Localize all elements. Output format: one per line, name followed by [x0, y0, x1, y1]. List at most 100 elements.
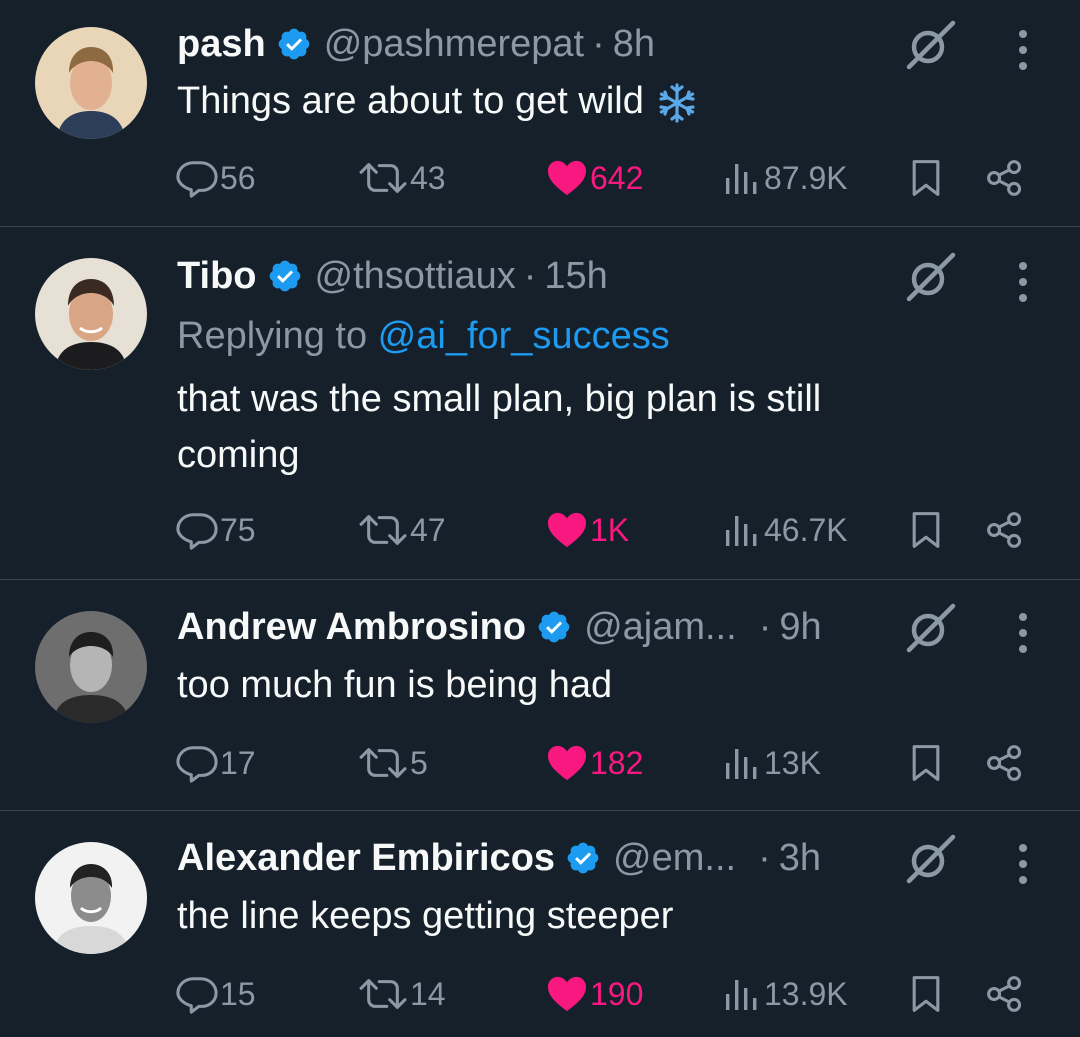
author-handle[interactable]: @pashmerepat — [324, 23, 584, 66]
verified-badge-icon — [276, 26, 312, 62]
more-options-icon[interactable] — [1008, 260, 1038, 304]
avatar[interactable] — [35, 258, 147, 370]
grok-icon[interactable] — [903, 250, 957, 304]
views-button[interactable]: 46.7K — [722, 506, 848, 554]
tweet-text: the line keeps getting steeper — [177, 895, 674, 937]
like-count: 642 — [590, 159, 644, 196]
like-button[interactable]: 182 — [546, 739, 643, 787]
views-count: 87.9K — [764, 159, 848, 196]
reply-icon — [176, 157, 218, 199]
bookmark-icon[interactable] — [906, 510, 946, 550]
separator-dot: · — [523, 254, 537, 297]
timestamp[interactable]: 15h — [544, 255, 607, 298]
like-count: 182 — [590, 744, 644, 781]
avatar[interactable] — [35, 27, 147, 139]
repost-icon — [358, 973, 408, 1015]
share-icon[interactable] — [985, 743, 1025, 783]
tweet-header: Andrew Ambrosino @ajam... · 9h — [177, 603, 822, 651]
repost-icon — [358, 742, 408, 784]
verified-badge-icon — [565, 840, 601, 876]
views-count: 46.7K — [764, 511, 848, 548]
avatar[interactable] — [35, 842, 147, 954]
author-name[interactable]: pash — [177, 23, 266, 66]
timestamp[interactable]: 8h — [613, 23, 655, 66]
reply-button[interactable]: 75 — [176, 506, 256, 554]
repost-count: 47 — [410, 511, 446, 548]
repost-count: 14 — [410, 975, 446, 1012]
more-options-icon[interactable] — [1008, 611, 1038, 655]
views-chart-icon — [722, 158, 762, 198]
reply-icon — [176, 742, 218, 784]
share-icon[interactable] — [985, 974, 1025, 1014]
reply-icon — [176, 509, 218, 551]
views-button[interactable]: 13K — [722, 739, 821, 787]
tweet[interactable]: Alexander Embiricos @em... · 3h the line… — [0, 810, 1080, 1037]
replying-to: Replying to @ai_for_success — [177, 312, 670, 360]
heart-icon — [546, 975, 588, 1013]
separator-dot: · — [758, 605, 772, 648]
separator-dot: · — [758, 836, 771, 879]
repost-button[interactable]: 5 — [358, 739, 428, 787]
avatar[interactable] — [35, 611, 147, 723]
author-name[interactable]: Alexander Embiricos — [177, 837, 555, 880]
bookmark-icon[interactable] — [906, 743, 946, 783]
mention-link[interactable]: @ai_for_success — [378, 315, 670, 357]
reply-button[interactable]: 17 — [176, 739, 256, 787]
heart-icon — [546, 511, 588, 549]
more-options-icon[interactable] — [1008, 28, 1038, 72]
author-handle[interactable]: @thsottiaux — [315, 255, 516, 298]
tweet-header: Alexander Embiricos @em... · 3h — [177, 834, 821, 882]
replying-to-label: Replying to — [177, 315, 378, 357]
bookmark-icon[interactable] — [906, 158, 946, 198]
reply-button[interactable]: 56 — [176, 154, 256, 202]
share-icon[interactable] — [985, 510, 1025, 550]
repost-count: 5 — [410, 744, 428, 781]
repost-icon — [358, 157, 408, 199]
heart-icon — [546, 159, 588, 197]
grok-icon[interactable] — [903, 601, 957, 655]
share-icon[interactable] — [985, 158, 1025, 198]
author-name[interactable]: Andrew Ambrosino — [177, 606, 526, 649]
tweet-text: that was the small plan, big plan is sti… — [177, 378, 822, 476]
repost-icon — [358, 509, 408, 551]
reply-button[interactable]: 15 — [176, 970, 256, 1018]
views-count: 13K — [764, 744, 821, 781]
tweet[interactable]: pash @pashmerepat · 8h Things are about … — [0, 0, 1080, 227]
verified-badge-icon — [536, 609, 572, 645]
tweet[interactable]: Andrew Ambrosino @ajam... · 9h too much … — [0, 579, 1080, 811]
reply-count: 17 — [220, 744, 256, 781]
tweet-header: pash @pashmerepat · 8h — [177, 20, 655, 68]
like-button[interactable]: 190 — [546, 970, 643, 1018]
verified-badge-icon — [267, 258, 303, 294]
reply-count: 75 — [220, 511, 256, 548]
tweet-text: too much fun is being had — [177, 664, 613, 706]
timestamp[interactable]: 9h — [779, 606, 821, 649]
views-chart-icon — [722, 743, 762, 783]
timestamp[interactable]: 3h — [779, 837, 821, 880]
repost-button[interactable]: 43 — [358, 154, 446, 202]
like-button[interactable]: 1K — [546, 506, 629, 554]
tweet-header: Tibo @thsottiaux · 15h — [177, 252, 608, 300]
author-handle[interactable]: @em... — [613, 837, 736, 880]
grok-icon[interactable] — [903, 832, 957, 886]
more-options-icon[interactable] — [1008, 842, 1038, 886]
reply-count: 15 — [220, 975, 256, 1012]
views-button[interactable]: 13.9K — [722, 970, 848, 1018]
repost-count: 43 — [410, 159, 446, 196]
bookmark-icon[interactable] — [906, 974, 946, 1014]
like-count: 1K — [590, 511, 630, 548]
repost-button[interactable]: 47 — [358, 506, 446, 554]
grok-icon[interactable] — [903, 18, 957, 72]
like-count: 190 — [590, 975, 644, 1012]
tweet-text-container: Things are about to get wild — [177, 73, 937, 129]
views-chart-icon — [722, 974, 762, 1014]
like-button[interactable]: 642 — [546, 154, 643, 202]
author-handle[interactable]: @ajam... — [584, 606, 737, 649]
views-count: 13.9K — [764, 975, 848, 1012]
tweet[interactable]: Tibo @thsottiaux · 15h Replying to @ai_f… — [0, 226, 1080, 580]
views-button[interactable]: 87.9K — [722, 154, 848, 202]
reply-count: 56 — [220, 159, 256, 196]
author-name[interactable]: Tibo — [177, 255, 257, 298]
repost-button[interactable]: 14 — [358, 970, 446, 1018]
views-chart-icon — [722, 510, 762, 550]
